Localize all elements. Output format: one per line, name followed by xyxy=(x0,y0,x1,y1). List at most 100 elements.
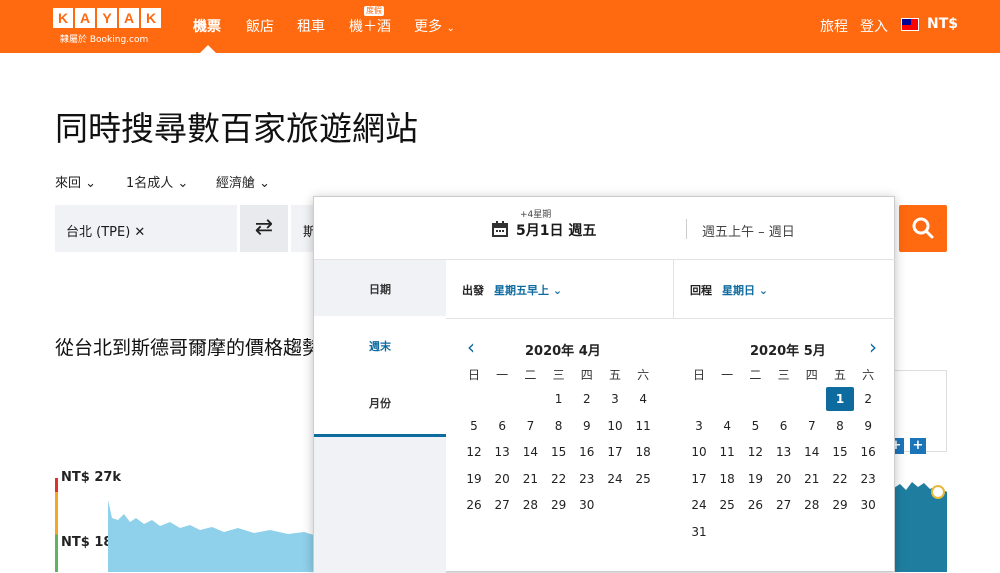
calendar-day[interactable]: 7 xyxy=(798,414,826,438)
calendar-day[interactable]: 8 xyxy=(826,414,854,438)
calendar-day[interactable]: 28 xyxy=(516,493,544,517)
calendar-day[interactable]: 13 xyxy=(488,440,516,464)
calendar-day[interactable]: 16 xyxy=(573,440,601,464)
calendar-day[interactable]: 9 xyxy=(854,414,882,438)
search-button[interactable] xyxy=(899,205,947,252)
calendar-day[interactable]: 20 xyxy=(488,467,516,491)
calendar-day[interactable]: 27 xyxy=(488,493,516,517)
calendar-day[interactable]: 22 xyxy=(826,467,854,491)
tab-active-background xyxy=(314,316,446,437)
calendar-day[interactable]: 14 xyxy=(798,440,826,464)
add-icon[interactable]: + xyxy=(910,438,926,454)
calendar-day[interactable]: 26 xyxy=(460,493,488,517)
calendar-day[interactable]: 11 xyxy=(713,440,741,464)
weekday-header: 六 xyxy=(637,368,650,382)
taiwan-flag-icon[interactable] xyxy=(901,18,919,31)
currency-selector[interactable]: NT$ xyxy=(927,16,958,32)
calendar-day[interactable]: 22 xyxy=(545,467,573,491)
calendar-day[interactable]: 5 xyxy=(741,414,769,438)
calendar-day[interactable]: 2 xyxy=(573,387,601,411)
kayak-logo[interactable]: K A Y A K xyxy=(53,8,161,28)
calendar-day[interactable]: 24 xyxy=(601,467,629,491)
calendar-day[interactable]: 1 xyxy=(545,387,573,411)
calendar-day[interactable]: 17 xyxy=(685,467,713,491)
calendar-day[interactable]: 11 xyxy=(629,414,657,438)
calendar-day[interactable]: 14 xyxy=(516,440,544,464)
calendar-day[interactable]: 12 xyxy=(460,440,488,464)
calendar-day[interactable]: 19 xyxy=(460,467,488,491)
calendar-day[interactable]: 13 xyxy=(770,440,798,464)
calendar-day[interactable]: 18 xyxy=(713,467,741,491)
calendar-day[interactable]: 6 xyxy=(770,414,798,438)
prev-month-icon[interactable]: ‹ xyxy=(467,337,475,357)
tab-dates[interactable]: 日期 xyxy=(314,281,446,297)
date-picker-popup: +4星期 5月1日 週五 週五上午 – 週日 日期 週末 月份 出發 星期五早上… xyxy=(313,196,896,573)
trip-type-dropdown[interactable]: 來回 ⌄ xyxy=(55,172,96,191)
calendar-day[interactable]: 10 xyxy=(685,440,713,464)
calendar-day[interactable]: 3 xyxy=(685,414,713,438)
calendar-day[interactable]: 29 xyxy=(826,493,854,517)
calendar-day[interactable]: 25 xyxy=(713,493,741,517)
calendar-day[interactable]: 7 xyxy=(516,414,544,438)
cabin-class-dropdown[interactable]: 經濟艙 ⌄ xyxy=(216,172,270,191)
nav-cars[interactable]: 租車 xyxy=(297,16,325,36)
calendar-day[interactable]: 25 xyxy=(629,467,657,491)
nav-trips[interactable]: 旅程 xyxy=(820,16,848,36)
chevron-down-icon: ⌄ xyxy=(177,176,189,191)
calendar-day[interactable]: 8 xyxy=(545,414,573,438)
calendar-day[interactable]: 4 xyxy=(713,414,741,438)
calendar-day[interactable]: 28 xyxy=(798,493,826,517)
calendar-day[interactable]: 23 xyxy=(573,467,601,491)
calendar-day[interactable]: 6 xyxy=(488,414,516,438)
travelers-dropdown[interactable]: 1名成人 ⌄ xyxy=(126,172,188,191)
calendar-day[interactable]: 15 xyxy=(545,440,573,464)
calendar-day[interactable]: 31 xyxy=(685,520,713,544)
calendar-day[interactable]: 10 xyxy=(601,414,629,438)
calendar-day[interactable]: 29 xyxy=(545,493,573,517)
next-month-icon[interactable]: › xyxy=(869,337,877,357)
calendar-day[interactable]: 16 xyxy=(854,440,882,464)
nav-packages[interactable]: 機＋酒 xyxy=(349,16,391,36)
calendar-day[interactable]: 17 xyxy=(601,440,629,464)
nav-login[interactable]: 登入 xyxy=(860,16,888,36)
tab-months[interactable]: 月份 xyxy=(314,395,446,411)
remove-icon[interactable]: ✕ xyxy=(134,225,145,240)
swap-icon[interactable]: ⇄ xyxy=(240,205,288,252)
calendar-day[interactable]: 1 xyxy=(826,387,854,411)
nav-flights[interactable]: 機票 xyxy=(193,16,221,36)
calendar-day[interactable]: 19 xyxy=(741,467,769,491)
nav-more[interactable]: 更多 ⌄ xyxy=(414,16,455,36)
calendar-day[interactable]: 12 xyxy=(741,440,769,464)
calendar-day[interactable]: 27 xyxy=(770,493,798,517)
calendar-day[interactable]: 23 xyxy=(854,467,882,491)
calendar-day[interactable]: 9 xyxy=(573,414,601,438)
calendar-day[interactable]: 21 xyxy=(516,467,544,491)
chevron-down-icon: ⌄ xyxy=(259,176,271,191)
calendar-day[interactable]: 26 xyxy=(741,493,769,517)
logo-letter: A xyxy=(119,8,139,28)
calendar-day[interactable]: 3 xyxy=(601,387,629,411)
calendar-day[interactable]: 15 xyxy=(826,440,854,464)
tab-weekends[interactable]: 週末 xyxy=(314,338,446,354)
logo-subtitle: 隸屬於 Booking.com xyxy=(60,35,149,45)
origin-chip[interactable]: 台北 (TPE) ✕ xyxy=(66,221,145,240)
nav-hotels[interactable]: 飯店 xyxy=(246,16,274,36)
tab-active-underline xyxy=(314,434,446,437)
logo-letter: Y xyxy=(97,8,117,28)
calendar-day[interactable]: 4 xyxy=(629,387,657,411)
time-preference-row: 出發 星期五早上 ⌄ 回程 星期日 ⌄ xyxy=(446,260,896,319)
calendar-day[interactable]: 21 xyxy=(798,467,826,491)
calendar-day[interactable]: 24 xyxy=(685,493,713,517)
depart-time-dropdown[interactable]: 星期五早上 ⌄ xyxy=(494,282,562,298)
return-time-dropdown[interactable]: 星期日 ⌄ xyxy=(722,282,768,298)
calendar-day[interactable]: 5 xyxy=(460,414,488,438)
calendar-day[interactable]: 30 xyxy=(854,493,882,517)
selected-depart-date[interactable]: 5月1日 週五 xyxy=(516,220,596,240)
chevron-down-icon: ⌄ xyxy=(85,176,97,191)
travelers-label: 1名成人 xyxy=(126,176,174,191)
calendar-day[interactable]: 30 xyxy=(573,493,601,517)
calendar-day[interactable]: 20 xyxy=(770,467,798,491)
calendar-day[interactable]: 18 xyxy=(629,440,657,464)
return-range-field[interactable]: 週五上午 – 週日 xyxy=(702,221,795,240)
calendar-day[interactable]: 2 xyxy=(854,387,882,411)
